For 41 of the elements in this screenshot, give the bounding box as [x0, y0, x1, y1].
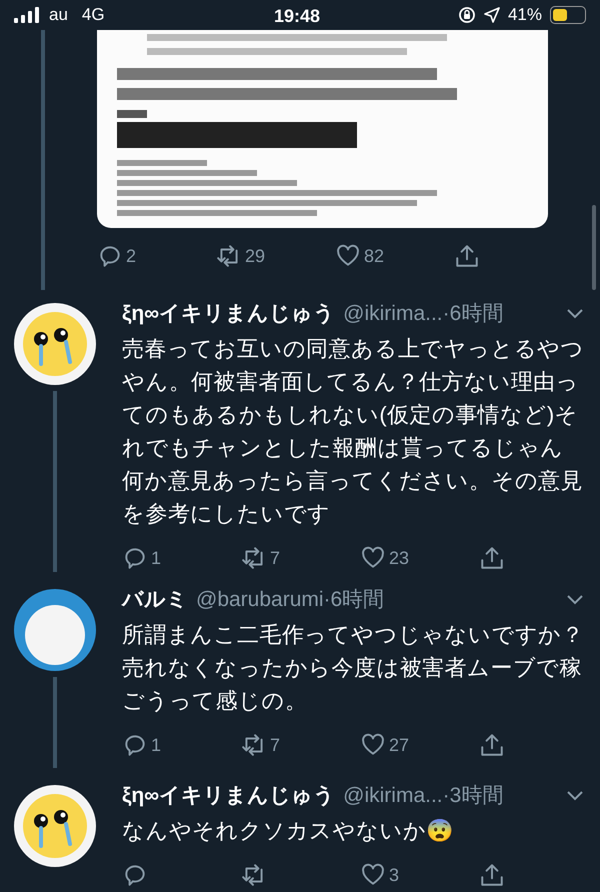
location-arrow-icon — [484, 7, 500, 23]
share-icon[interactable] — [479, 732, 505, 758]
user-handle: @ikirima... — [343, 783, 443, 809]
chevron-icon[interactable] — [566, 594, 584, 606]
user-name: バルミ — [122, 587, 188, 613]
rotation-lock-icon — [458, 6, 476, 24]
battery-percentage: 41% — [508, 4, 542, 26]
share-icon[interactable] — [454, 243, 480, 269]
retweet-count: 7 — [270, 546, 280, 570]
like-count: 82 — [364, 244, 384, 268]
carrier-label: au — [49, 4, 68, 26]
chevron-icon[interactable] — [566, 790, 584, 802]
avatar[interactable] — [14, 303, 96, 385]
network-label: 4G — [82, 4, 105, 26]
avatar[interactable] — [14, 785, 96, 867]
tweet-text: 所謂まんこ二毛作ってやつじゃないですか？売れなくなったから今度は被害者ムーブで稼ごうって感じの。 — [122, 621, 585, 715]
tweet-text: 売春ってお互いの同意ある上でヤっとるやつやん。何被害者面してるん？仕方ない理由ってのもあるかもしれない(仮定の事情など)それでもチャンとした報酬は貰ってるじゃん — [122, 335, 585, 462]
user-name: ξη∞イキリまんじゅう — [122, 301, 336, 327]
battery-icon — [550, 6, 586, 24]
reply-count: 1 — [151, 734, 162, 756]
post-time: ·6時間 — [324, 587, 384, 613]
reply-count: 2 — [126, 244, 136, 268]
tweet-text: なんやそれクソカスやないか😨 — [122, 817, 455, 845]
retweet-count: 7 — [270, 734, 280, 756]
share-icon[interactable] — [479, 545, 505, 571]
share-icon[interactable] — [479, 862, 505, 888]
user-handle: @barubarumi — [196, 587, 324, 613]
user-name: ξη∞イキリまんじゅう — [122, 783, 336, 809]
retweet-count: 29 — [245, 244, 266, 268]
like-count: 27 — [389, 734, 410, 756]
post-time: ·6時間 — [442, 301, 504, 327]
chevron-icon[interactable] — [566, 308, 584, 320]
like-count: 3 — [389, 864, 400, 886]
user-handle: @ikirima... — [343, 301, 443, 327]
like-count: 23 — [389, 546, 410, 570]
signal-icon — [14, 7, 40, 23]
tweet-text: 何か意見あったら言ってください。その意見を参考にしたいです — [122, 467, 584, 528]
reply-count: 1 — [151, 546, 162, 570]
avatar[interactable] — [14, 589, 96, 671]
post-time: ·3時間 — [442, 783, 504, 809]
clock-time: 19:48 — [274, 5, 320, 28]
